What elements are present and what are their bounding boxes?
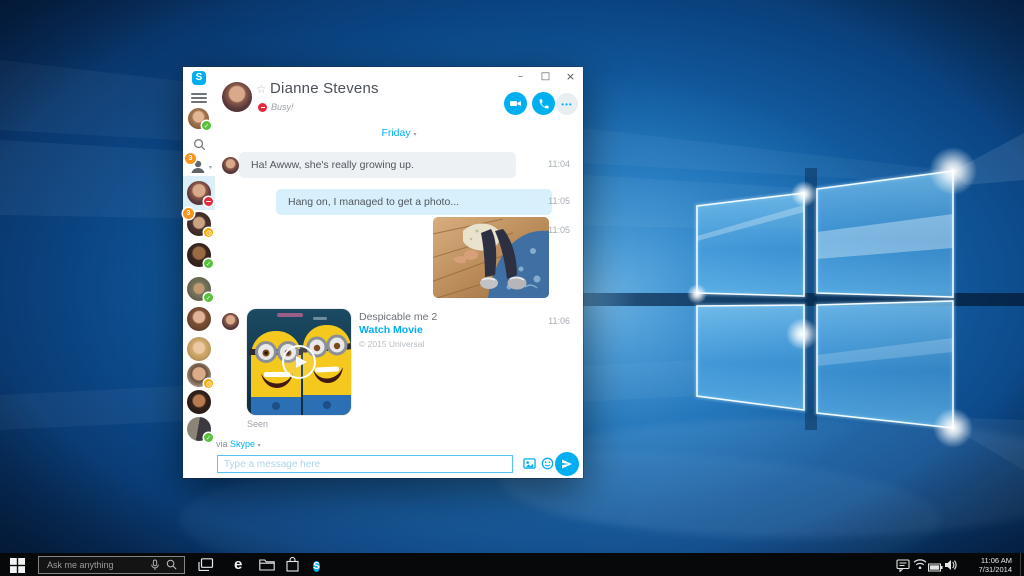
contact-avatar[interactable]: ✓ (187, 417, 211, 441)
action-center-icon[interactable] (896, 559, 910, 572)
start-button[interactable] (10, 558, 25, 573)
online-status-icon: ✓ (202, 121, 211, 130)
contact-mood: Busy! (271, 102, 294, 112)
header-avatar[interactable] (222, 82, 252, 112)
chevron-down-icon: ▾ (414, 132, 417, 138)
message-avatar[interactable] (222, 157, 239, 174)
play-button-icon[interactable] (282, 345, 316, 379)
voice-call-button[interactable] (532, 92, 555, 115)
message-avatar[interactable] (222, 313, 239, 330)
video-title: Despicable me 2 (359, 311, 437, 323)
online-status-icon: ✓ (204, 433, 213, 442)
photo-message[interactable] (433, 217, 549, 298)
recents-contacts-icon[interactable]: 3 ▾ (189, 157, 213, 176)
read-receipt: Seen (247, 419, 268, 429)
online-status-icon: ✓ (204, 259, 213, 268)
date-divider[interactable]: Friday ▾ (215, 127, 583, 139)
toddler-photo (433, 217, 549, 298)
contact-avatar[interactable] (187, 337, 211, 361)
paper-plane-icon (561, 458, 573, 470)
microphone-icon[interactable] (150, 559, 160, 571)
video-message-thumbnail[interactable] (247, 309, 351, 415)
file-explorer-icon[interactable] (259, 559, 275, 571)
contact-avatar[interactable]: 3 (187, 212, 211, 236)
away-status-icon (204, 379, 213, 388)
contact-avatar[interactable] (187, 363, 211, 387)
wifi-icon[interactable] (913, 558, 927, 570)
incoming-message-bubble: Ha! Awww, she's really growing up. (239, 152, 516, 178)
unread-count-badge: 3 (185, 153, 196, 164)
favorite-star-icon[interactable]: ☆ (256, 82, 267, 96)
video-copyright: © 2015 Universal (359, 339, 424, 349)
minimize-button[interactable]: – (508, 69, 533, 84)
contact-avatar[interactable] (187, 390, 211, 414)
watch-movie-link[interactable]: Watch Movie (359, 324, 423, 336)
contact-avatar[interactable]: ✓ (187, 243, 211, 267)
message-time: 11:04 (548, 159, 570, 169)
close-button[interactable]: × (558, 69, 583, 84)
skype-taskbar-icon[interactable]: S (309, 557, 324, 572)
away-status-icon (204, 228, 213, 237)
clock-time: 11:06 AM (979, 556, 1012, 565)
clock-date: 7/31/2014 (979, 565, 1012, 574)
chevron-down-icon: ▾ (209, 165, 212, 171)
contact-avatar[interactable] (187, 307, 211, 331)
online-status-icon: ✓ (204, 293, 213, 302)
message-time: 11:06 (548, 316, 570, 326)
via-service-label[interactable]: via Skype ▾ (216, 439, 261, 449)
contact-name: Dianne Stevens (270, 80, 379, 97)
message-time: 11:05 (548, 225, 570, 235)
cortana-search-box[interactable]: Ask me anything (38, 556, 185, 574)
more-options-button[interactable]: ••• (556, 93, 578, 115)
contact-avatar[interactable]: ✓ (187, 277, 211, 301)
search-icon[interactable] (192, 138, 206, 152)
send-photo-icon[interactable] (523, 457, 536, 473)
contact-avatar-dianne[interactable] (187, 181, 211, 205)
search-icon[interactable] (166, 559, 177, 570)
unread-count-badge: 3 (183, 208, 194, 219)
send-button[interactable] (555, 452, 579, 476)
chevron-down-icon: ▾ (258, 443, 261, 449)
video-call-button[interactable] (504, 92, 527, 115)
busy-status-icon (258, 103, 267, 112)
maximize-button[interactable]: □ (533, 69, 558, 84)
skype-window: – □ × S ✓ 3 ▾ 3 (183, 67, 583, 478)
taskbar: Ask me anything e S 11:06 AM (0, 553, 1024, 576)
volume-icon[interactable] (944, 559, 957, 571)
taskbar-clock[interactable]: 11:06 AM 7/31/2014 (979, 556, 1012, 574)
task-view-icon[interactable] (198, 558, 214, 571)
battery-icon[interactable] (928, 560, 943, 569)
message-time: 11:05 (548, 196, 570, 206)
window-controls: – □ × (508, 69, 583, 85)
dnd-status-icon (204, 197, 213, 206)
desktop: – □ × S ✓ 3 ▾ 3 (0, 0, 1024, 576)
message-text: Ha! Awww, she's really growing up. (251, 159, 414, 171)
skype-logo-icon: S (192, 71, 206, 85)
show-desktop-button[interactable] (1020, 553, 1024, 576)
message-input[interactable] (217, 455, 513, 473)
skype-sidebar: S ✓ 3 ▾ 3 ✓ ✓ (183, 67, 215, 478)
self-avatar[interactable]: ✓ (188, 108, 209, 129)
search-placeholder: Ask me anything (47, 560, 150, 570)
emoticon-icon[interactable] (541, 457, 554, 473)
message-text: Hang on, I managed to get a photo... (288, 196, 459, 208)
browser-e-icon[interactable]: e (234, 557, 242, 572)
store-icon[interactable] (286, 557, 299, 572)
outgoing-message-bubble: Hang on, I managed to get a photo... (276, 189, 552, 215)
menu-hamburger-icon[interactable] (191, 93, 207, 105)
service-link: Skype (230, 439, 255, 449)
